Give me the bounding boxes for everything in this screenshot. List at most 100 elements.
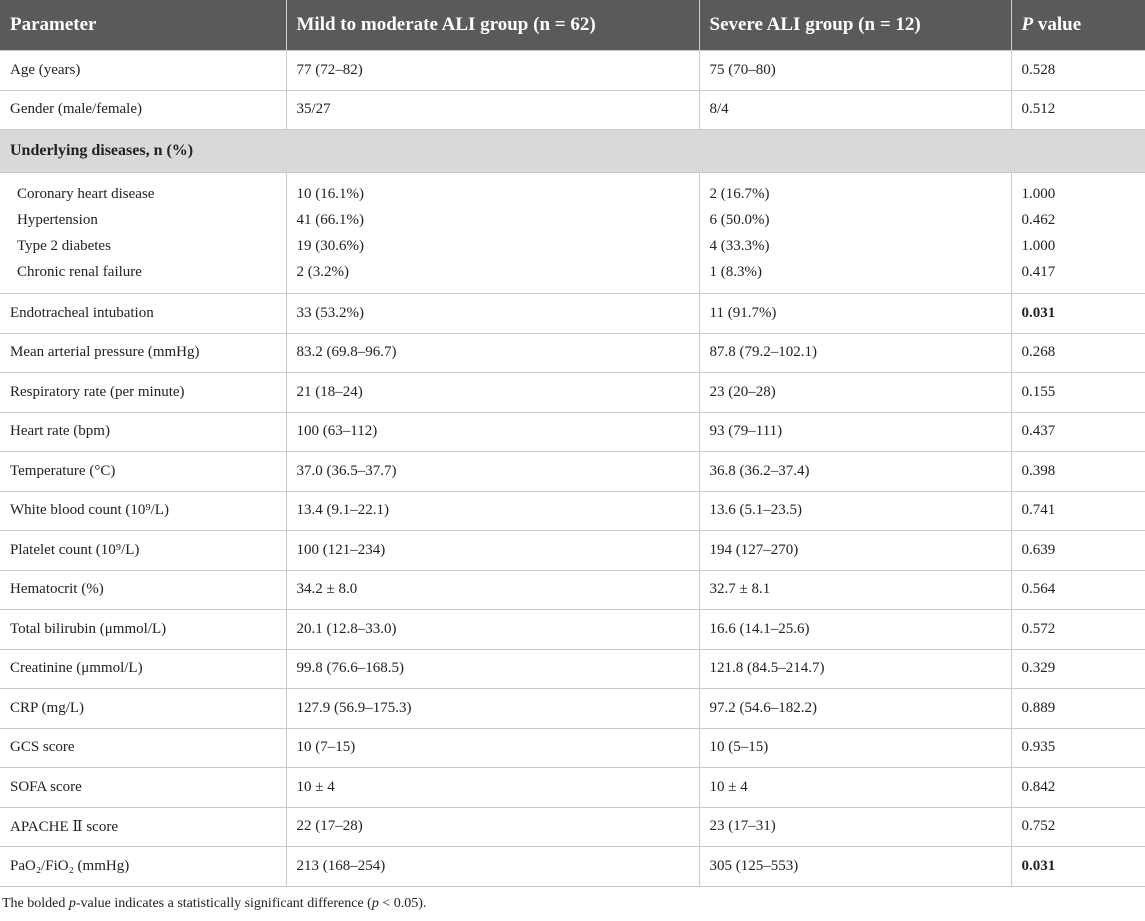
- cell-mild: 37.0 (36.5–37.7): [285, 451, 700, 492]
- cell-parameter: GCS score: [0, 727, 287, 768]
- cell-mild: 99.8 (76.6–168.5): [285, 648, 700, 689]
- cell-mild: 10 (7–15): [285, 727, 700, 768]
- disease-mild: 10 (16.1%): [296, 186, 365, 202]
- table-row: Gender (male/female) 35/27 8/4 0.512: [0, 89, 1145, 130]
- section-title: Underlying diseases, n (%): [0, 129, 1145, 173]
- cell-severe: 97.2 (54.6–182.2): [698, 688, 1012, 729]
- cell-severe: 305 (125–553): [698, 846, 1012, 887]
- footnote-p-italic: p: [68, 895, 76, 911]
- cell-mild: 35/27: [285, 89, 700, 130]
- cell-mild: 127.9 (56.9–175.3): [285, 688, 700, 729]
- cell-mild: 20.1 (12.8–33.0): [285, 609, 700, 650]
- table-row: Hematocrit (%) 34.2 ± 8.0 32.7 ± 8.1 0.564: [0, 569, 1145, 610]
- header-p-rest: value: [1033, 14, 1082, 35]
- cell-p: 0.437: [1010, 411, 1145, 452]
- cell-severe: 194 (127–270): [698, 530, 1012, 571]
- cell-mild: 100 (63–112): [285, 411, 700, 452]
- table-row: Creatinine (μmmol/L) 99.8 (76.6–168.5) 121…: [0, 648, 1145, 689]
- cell-parameter: Respiratory rate (per minute): [0, 372, 287, 413]
- table-row: Heart rate (bpm) 100 (63–112) 93 (79–111) 0…: [0, 411, 1145, 452]
- cell-severe: 23 (17–31): [698, 806, 1012, 847]
- footnote-p2-italic: p: [371, 895, 379, 911]
- footnote-mid: -value indicates a statistically signifi…: [75, 895, 372, 911]
- cell-p: 0.329: [1010, 648, 1145, 689]
- disease-name: Type 2 diabetes: [17, 238, 111, 254]
- cell-p: 0.889: [1010, 688, 1145, 729]
- cell-mild: 22 (17–28): [285, 806, 700, 847]
- cell-severe: 36.8 (36.2–37.4): [698, 451, 1012, 492]
- disease-severe: 4 (33.3%): [709, 238, 770, 254]
- cell-p: 0.268: [1010, 332, 1145, 373]
- cell-severe: 16.6 (14.1–25.6): [698, 609, 1012, 650]
- cell-severe: 75 (70–80): [698, 50, 1012, 91]
- cell-mild: 100 (121–234): [285, 530, 700, 571]
- cell-severe: 10 ± 4: [698, 767, 1012, 808]
- cell-parameter: Platelet count (10⁹/L): [0, 530, 287, 571]
- cell-parameter: Creatinine (μmmol/L): [0, 648, 287, 689]
- cell-p: 0.935: [1010, 727, 1145, 768]
- cell-p: 0.155: [1010, 372, 1145, 413]
- footnote-pre: The bolded: [2, 895, 69, 911]
- cell-p: 0.572: [1010, 609, 1145, 650]
- header-parameter: Parameter: [0, 0, 287, 51]
- cell-severe: 11 (91.7%): [698, 293, 1012, 334]
- cell-p: 0.842: [1010, 767, 1145, 808]
- disease-severe: 6 (50.0%): [709, 212, 770, 228]
- table-footnote: The bolded p-value indicates a statistic…: [0, 887, 1145, 921]
- cell-parameter: CRP (mg/L): [0, 688, 287, 729]
- disease-p: 1.000: [1021, 186, 1056, 202]
- disease-mild: 2 (3.2%): [296, 264, 350, 280]
- cell-p: 0.639: [1010, 530, 1145, 571]
- cell-parameter: Heart rate (bpm): [0, 411, 287, 452]
- cell-p: 0.564: [1010, 569, 1145, 610]
- diseases-parameter-cell: Coronary heart disease Hypertension Type…: [0, 172, 287, 294]
- cell-mild: 10 ± 4: [285, 767, 700, 808]
- disease-mild: 41 (66.1%): [296, 212, 365, 228]
- cell-parameter: APACHE Ⅱ score: [0, 806, 287, 847]
- cell-severe: 8/4: [698, 89, 1012, 130]
- disease-severe: 1 (8.3%): [709, 264, 763, 280]
- table-row: GCS score 10 (7–15) 10 (5–15) 0.935: [0, 727, 1145, 768]
- results-table: Parameter Mild to moderate ALI group (n …: [0, 0, 1145, 887]
- cell-parameter: Gender (male/female): [0, 89, 287, 130]
- cell-severe: 13.6 (5.1–23.5): [698, 490, 1012, 531]
- table-row: Temperature (°C) 37.0 (36.5–37.7) 36.8 (36…: [0, 451, 1145, 492]
- cell-p: 0.512: [1010, 89, 1145, 130]
- cell-parameter: SOFA score: [0, 767, 287, 808]
- cell-parameter: Age (years): [0, 50, 287, 91]
- table-row: CRP (mg/L) 127.9 (56.9–175.3) 97.2 (54.6–1…: [0, 688, 1145, 729]
- disease-p: 0.417: [1021, 264, 1056, 280]
- table-row: Age (years) 77 (72–82) 75 (70–80) 0.528: [0, 50, 1145, 91]
- table-row: Endotracheal intubation 33 (53.2%) 11 (91.…: [0, 293, 1145, 334]
- table-row: Total bilirubin (μmmol/L) 20.1 (12.8–33.0…: [0, 609, 1145, 650]
- header-row: Parameter Mild to moderate ALI group (n …: [0, 0, 1145, 51]
- header-mild-group: Mild to moderate ALI group (n = 62): [286, 0, 700, 51]
- cell-mild: 213 (168–254): [285, 846, 700, 887]
- section-row: Underlying diseases, n (%): [0, 129, 1145, 173]
- disease-p: 1.000: [1021, 238, 1056, 254]
- cell-severe: 32.7 ± 8.1: [698, 569, 1012, 610]
- cell-parameter: Total bilirubin (μmmol/L): [0, 609, 287, 650]
- cell-parameter: Hematocrit (%): [0, 569, 287, 610]
- cell-mild: 83.2 (69.8–96.7): [285, 332, 700, 373]
- table-row: White blood count (10⁹/L) 13.4 (9.1–22.1)…: [0, 490, 1145, 531]
- cell-parameter: White blood count (10⁹/L): [0, 490, 287, 531]
- cell-mild: 21 (18–24): [285, 372, 700, 413]
- cell-parameter: Temperature (°C): [0, 451, 287, 492]
- table-header: Parameter Mild to moderate ALI group (n …: [0, 0, 1145, 51]
- table-body: Age (years) 77 (72–82) 75 (70–80) 0.528 …: [0, 50, 1145, 887]
- table-row: Platelet count (10⁹/L) 100 (121–234) 194 (…: [0, 530, 1145, 571]
- table-row: Mean arterial pressure (mmHg) 83.2 (69.8–…: [0, 332, 1145, 373]
- diseases-p-cell: 1.000 0.462 1.000 0.417: [1010, 172, 1145, 294]
- disease-severe: 2 (16.7%): [709, 186, 770, 202]
- disease-p: 0.462: [1021, 212, 1056, 228]
- cell-mild: 13.4 (9.1–22.1): [285, 490, 700, 531]
- cell-mild: 33 (53.2%): [285, 293, 700, 334]
- cell-p: 0.741: [1010, 490, 1145, 531]
- table-row: PaO₂/FiO₂ (mmHg) 213 (168–254) 305 (125–55…: [0, 846, 1145, 887]
- table-row: APACHE Ⅱ score 22 (17–28) 23 (17–31) 0.752: [0, 806, 1145, 847]
- disease-name: Chronic renal failure: [17, 264, 142, 280]
- cell-mild: 77 (72–82): [285, 50, 700, 91]
- cell-severe: 87.8 (79.2–102.1): [698, 332, 1012, 373]
- footnote-post: < 0.05).: [378, 895, 427, 911]
